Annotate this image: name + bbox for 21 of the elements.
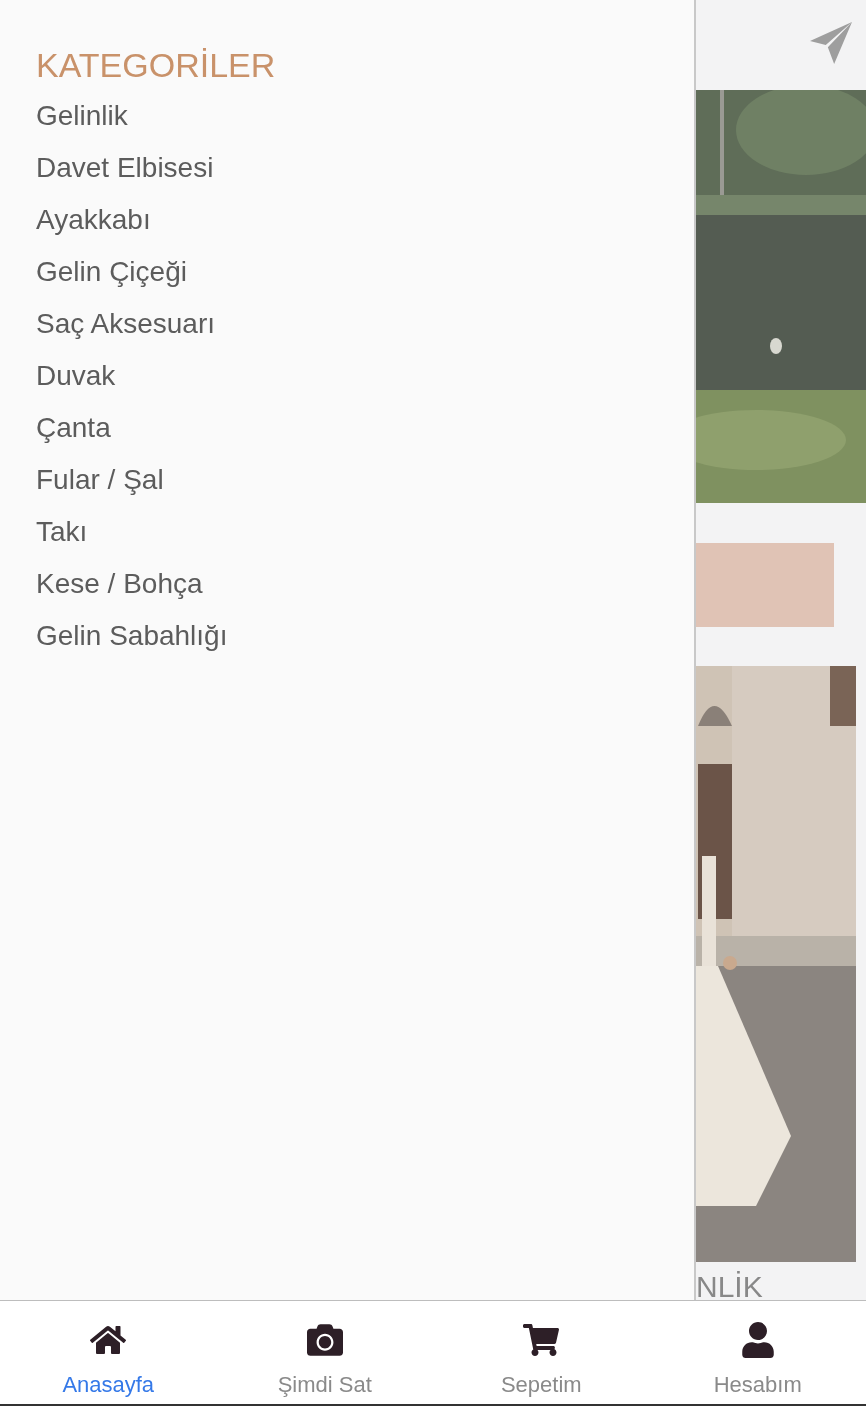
category-item[interactable]: Fular / Şal [36,454,164,506]
category-item[interactable]: Duvak [36,350,116,402]
camera-icon [306,1322,343,1358]
category-item[interactable]: Takı [36,506,88,558]
category-item[interactable]: Gelin Sabahlığı [36,610,228,662]
send-icon[interactable] [810,22,852,64]
category-item[interactable]: Gelinlik [36,90,128,142]
product-title: NLİK [696,1269,764,1300]
nav-tab[interactable]: Hesabım [649,1301,866,1404]
category-item[interactable]: Çanta [36,402,111,454]
cart-icon [523,1322,560,1358]
category-item[interactable]: Gelin Çiçeği [36,246,187,298]
category-item[interactable]: Saç Aksesuarı [36,298,215,350]
drawer-title: KATEGORİLER [36,45,277,86]
category-item[interactable]: Davet Elbisesi [36,142,214,194]
person-icon [739,1322,776,1358]
nav-tab[interactable]: Sepetim [433,1301,650,1404]
category-item[interactable]: Ayakkabı [36,194,151,246]
category-item[interactable]: Kese / Bohça [36,558,203,610]
nav-tab[interactable]: Anasayfa [0,1301,217,1404]
nav-tab[interactable]: Şimdi Sat [216,1301,433,1404]
